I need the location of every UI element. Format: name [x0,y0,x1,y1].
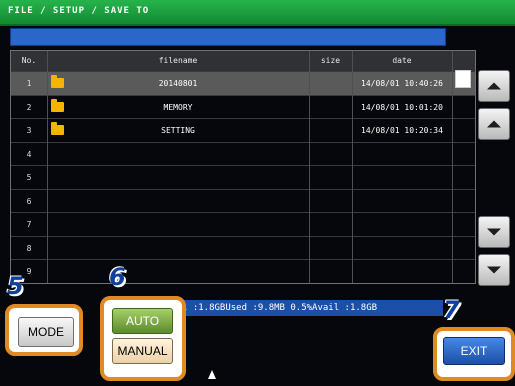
page-up-button[interactable] [478,70,510,102]
row-filename: SETTING [161,126,195,135]
storage-status-bar: l :1.8GBUsed :9.8MB 0.5%Avail :1.8GB [178,300,443,316]
row-date: 14/08/01 10:01:20 [361,102,443,112]
title-bar: FILE / SETUP / SAVE TO [0,0,515,26]
table-row[interactable]: 8 [11,235,475,261]
row-number: 1 [26,79,32,88]
file-table: No. filename size date 1 20140801 14/08/01… [10,50,476,284]
pointer-arrow [208,370,216,379]
row-filename: MEMORY [163,102,193,112]
row-number: 7 [26,220,32,229]
col-no-header: No. [21,56,37,65]
page-up-icon [487,82,501,90]
callout-number-5: 5 [7,272,24,300]
page-down-icon [487,266,501,274]
col-date-header: date [392,56,412,65]
mode-callout: MODE [5,304,83,356]
column-divider [452,51,453,283]
table-header: No. filename size date [11,51,475,71]
row-number: 8 [26,243,32,253]
manual-button[interactable]: MANUAL [112,338,173,364]
row-number: 5 [26,173,32,182]
mode-button[interactable]: MODE [18,317,74,347]
col-size-header: size [320,56,341,65]
table-row[interactable]: 2 MEMORY 14/08/01 10:01:20 [11,94,475,120]
auto-button[interactable]: AUTO [112,308,173,334]
screen-title: FILE / SETUP / SAVE TO [8,6,150,16]
scroll-down-icon [487,228,501,236]
table-row[interactable]: 3 SETTING 14/08/01 10:20:34 [11,118,475,143]
selection-checkbox[interactable] [455,70,471,88]
page-down-button[interactable] [478,254,510,286]
row-filename: 20140801 [158,79,198,88]
row-number: 6 [26,196,32,206]
table-row[interactable]: 6 [11,188,475,214]
column-divider [47,51,48,283]
exit-button[interactable]: EXIT [443,337,505,365]
col-filename-header: filename [158,56,198,65]
exit-callout: EXIT [433,327,515,381]
table-row[interactable]: 9 [11,259,475,284]
scroll-down-button[interactable] [478,216,510,248]
callout-number-7: 7 [443,296,460,324]
table-row[interactable]: 4 [11,141,475,167]
table-row[interactable]: 5 [11,165,475,190]
table-row[interactable]: 1 20140801 14/08/01 10:40:26 [11,71,475,96]
scroll-up-button[interactable] [478,108,510,140]
column-divider [309,51,310,283]
row-date: 14/08/01 10:40:26 [361,79,443,88]
row-number: 3 [26,126,32,135]
row-date: 14/08/01 10:20:34 [361,126,443,135]
column-divider [352,51,353,283]
auto-manual-callout: AUTO MANUAL [100,296,186,381]
path-bar [10,28,446,46]
callout-number-6: 6 [109,263,126,291]
table-row[interactable]: 7 [11,212,475,237]
row-number: 4 [26,149,32,159]
row-number: 2 [26,102,32,112]
scroll-up-icon [487,120,501,128]
